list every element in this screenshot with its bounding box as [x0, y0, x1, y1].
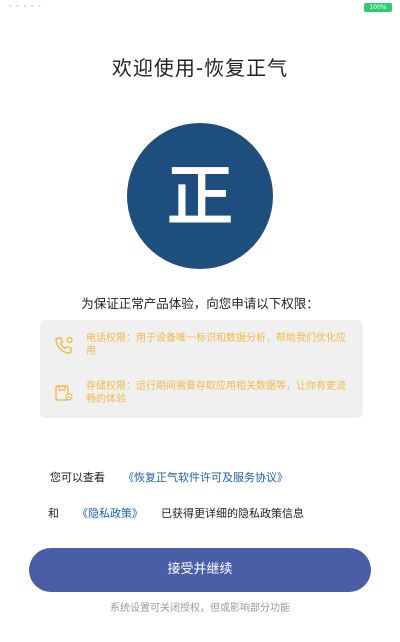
permissions-card: 电话权限：用于设备唯一标识和数据分析，帮助我们优化应用 存储权限：运行期间需要存… — [40, 320, 363, 418]
privacy-prefix: 和 — [48, 507, 59, 520]
agreement-prefix: 您可以查看 — [50, 471, 105, 484]
permission-text-phone: 电话权限：用于设备唯一标识和数据分析，帮助我们优化应用 — [86, 333, 346, 357]
status-right: 100% — [364, 3, 392, 12]
privacy-line: 和 《隐私政策》 已获得更详细的隐私政策信息 — [48, 505, 304, 521]
accept-continue-button[interactable]: 接受并继续 — [29, 548, 371, 592]
privacy-suffix: 已获得更详细的隐私政策信息 — [161, 507, 304, 520]
storage-icon — [55, 385, 73, 401]
privacy-policy-link[interactable]: 《隐私政策》 — [77, 507, 143, 520]
page-title: 欢迎使用-恢复正气 — [111, 56, 289, 80]
permission-item-storage: 存储权限：运行期间需要存取应用相关数据等，让你有更流畅的体验 — [54, 380, 351, 406]
agreement-line: 您可以查看 《恢复正气软件许可及服务协议》 — [50, 469, 288, 485]
permission-item-phone: 电话权限：用于设备唯一标识和数据分析，帮助我们优化应用 — [54, 332, 351, 358]
status-bar: • • • • • 100% — [0, 0, 400, 14]
battery-icon: 100% — [364, 3, 392, 12]
license-agreement-link[interactable]: 《恢复正气软件许可及服务协议》 — [123, 471, 288, 484]
app-logo: 正 — [127, 123, 273, 269]
phone-icon — [55, 336, 73, 354]
permission-text-storage: 存储权限：运行期间需要存取应用相关数据等，让你有更流畅的体验 — [86, 381, 346, 405]
permission-request-subtitle: 为保证正常产品体验，向您申请以下权限： — [81, 296, 319, 311]
status-left-text: • • • • • — [8, 2, 42, 11]
logo-char: 正 — [167, 157, 233, 235]
footer-note: 系统设置可关闭授权，但或影响部分功能 — [110, 603, 290, 614]
